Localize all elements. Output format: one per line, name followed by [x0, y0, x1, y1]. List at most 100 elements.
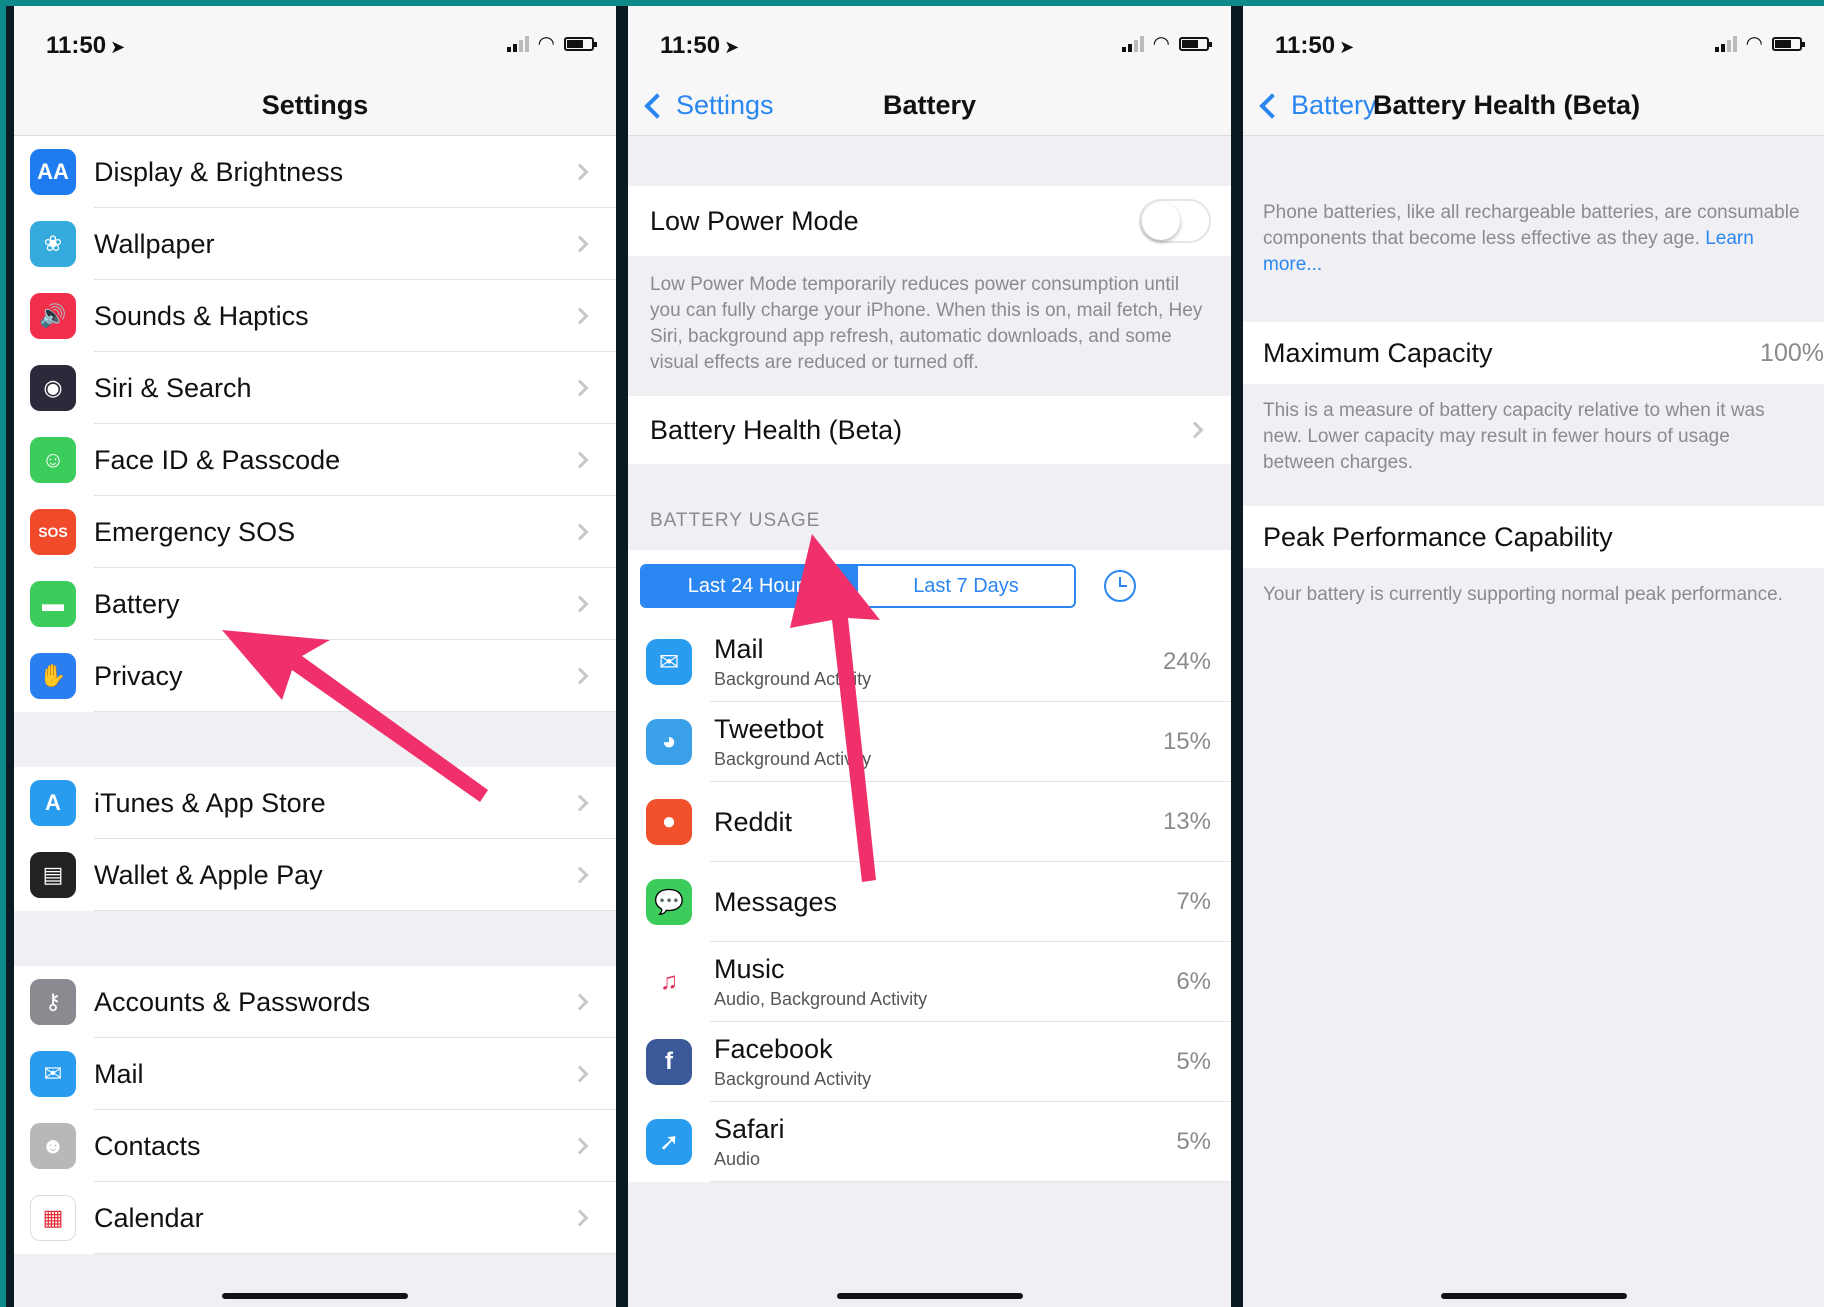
app-name: Safari [714, 1114, 785, 1144]
settings-row-battery[interactable]: ▬ Battery [14, 568, 616, 640]
usage-period-control: Last 24 Hours Last 7 Days [628, 550, 1231, 622]
status-time: 11:50 [660, 32, 721, 59]
battery-health-intro: Phone batteries, like all rechargeable b… [1263, 202, 1800, 275]
low-power-mode-row: Low Power Mode [628, 186, 1231, 256]
settings-row-face-id-passcode[interactable]: ☺ Face ID & Passcode [14, 424, 616, 496]
settings-row-siri-search[interactable]: ◉ Siri & Search [14, 352, 616, 424]
chevron-right-icon [571, 163, 589, 181]
app-usage-percent: 5% [1176, 1048, 1211, 1075]
contacts-icon: ☻ [30, 1123, 76, 1169]
chevron-right-icon [571, 235, 589, 253]
status-bar: 11:50 ➤ ◠ [14, 6, 616, 84]
wifi-icon: ◠ [538, 33, 554, 55]
safari-icon: ➚ [646, 1119, 692, 1165]
chevron-right-icon [571, 523, 589, 541]
app-name: Messages [714, 886, 838, 917]
app-usage-percent: 6% [1176, 968, 1211, 995]
nav-bar: Settings Battery [628, 84, 1231, 136]
app-name: Tweetbot [714, 714, 824, 744]
settings-row-sounds-haptics[interactable]: 🔊 Sounds & Haptics [14, 280, 616, 352]
settings-row-wallet-apple-pay[interactable]: ▤ Wallet & Apple Pay [14, 839, 616, 911]
app-usage-percent: 13% [1162, 808, 1211, 835]
reddit-icon: ● [646, 799, 692, 845]
chevron-right-icon [571, 1065, 589, 1083]
settings-row-mail[interactable]: ✉ Mail [14, 1038, 616, 1110]
battery-screen: 11:50 ➤ ◠ Settings Battery Low Power Mode… [628, 6, 1231, 1307]
messages-icon: 💬 [646, 879, 692, 925]
back-button[interactable]: Battery [1257, 90, 1377, 121]
battery-usage-header: BATTERY USAGE [650, 510, 821, 531]
settings-group-3: ⚷ Accounts & Passwords ✉ Mail ☻ Contacts ▦ Cale… [14, 966, 616, 1254]
chevron-right-icon [571, 307, 589, 325]
settings-row-label: Sounds & Haptics [94, 300, 309, 331]
usage-row-safari[interactable]: ➚ Safari Audio 5% [628, 1102, 1231, 1182]
location-arrow-icon: ➤ [724, 37, 740, 57]
segment-last-7-days[interactable]: Last 7 Days [858, 566, 1074, 606]
settings-row-emergency-sos[interactable]: SOS Emergency SOS [14, 496, 616, 568]
settings-row-accounts-passwords[interactable]: ⚷ Accounts & Passwords [14, 966, 616, 1038]
chevron-right-icon [571, 379, 589, 397]
battery-status-icon [1179, 37, 1212, 51]
status-bar: 11:50 ➤ ◠ [1243, 6, 1824, 84]
settings-row-privacy[interactable]: ✋ Privacy [14, 640, 616, 712]
settings-group-2: AiTunes & App Store ▤ Wallet & Apple Pay [14, 767, 616, 911]
chevron-left-icon [1259, 92, 1285, 119]
sounds-icon: 🔊 [30, 293, 76, 339]
chevron-right-icon [571, 1137, 589, 1155]
page-title: Settings [261, 90, 369, 120]
usage-row-mail[interactable]: ✉ Mail Background Activity 24% [628, 622, 1231, 702]
status-time: 11:50 [46, 32, 107, 59]
battery-health-row[interactable]: Battery Health (Beta) [628, 396, 1231, 464]
maximum-capacity-label: Maximum Capacity [1263, 337, 1493, 368]
settings-row-display-brightness[interactable]: AA Display & Brightness [14, 136, 616, 208]
status-time: 11:50 [1275, 32, 1336, 59]
segment-last-24-hours[interactable]: Last 24 Hours [642, 566, 858, 606]
facebook-icon: f [646, 1039, 692, 1085]
wifi-icon: ◠ [1153, 33, 1169, 55]
signal-icon [1121, 36, 1144, 52]
location-arrow-icon: ➤ [1339, 37, 1355, 57]
status-bar: 11:50 ➤ ◠ [628, 6, 1231, 84]
settings-row-label: Face ID & Passcode [94, 444, 341, 475]
nav-bar: Settings [14, 84, 616, 136]
mail-icon: ✉ [30, 1051, 76, 1097]
app-name: Music [714, 954, 785, 984]
settings-row-label: Battery [94, 588, 180, 619]
settings-row-label: Emergency SOS [94, 516, 296, 547]
app-usage-percent: 24% [1162, 648, 1211, 675]
peak-performance-row: Peak Performance Capability [1243, 506, 1824, 568]
settings-row-itunes-app-store[interactable]: AiTunes & App Store [14, 767, 616, 839]
face-id-icon: ☺ [30, 437, 76, 483]
app-activity: Background Activity [714, 1069, 872, 1089]
settings-group-1: AA Display & Brightness ❀ Wallpaper 🔊 Sounds … [14, 136, 616, 712]
settings-row-contacts[interactable]: ☻ Contacts [14, 1110, 616, 1182]
app-usage-percent: 5% [1176, 1128, 1211, 1155]
usage-row-music[interactable]: ♫ Music Audio, Background Activity 6% [628, 942, 1231, 1022]
usage-row-reddit[interactable]: ● Reddit 13% [628, 782, 1231, 862]
settings-row-label: Mail [94, 1058, 144, 1089]
settings-row-wallpaper[interactable]: ❀ Wallpaper [14, 208, 616, 280]
app-activity: Background Activity [714, 749, 872, 769]
app-store-icon: A [30, 780, 76, 826]
usage-row-messages[interactable]: 💬 Messages 7% [628, 862, 1231, 942]
privacy-hand-icon: ✋ [30, 653, 76, 699]
settings-row-label: Privacy [94, 660, 183, 691]
settings-row-label: Siri & Search [94, 372, 252, 403]
settings-row-calendar[interactable]: ▦ Calendar [14, 1182, 616, 1254]
settings-row-label: Display & Brightness [94, 156, 344, 187]
nav-bar: Battery Battery Health (Beta) [1243, 84, 1824, 136]
settings-row-label: Accounts & Passwords [94, 986, 371, 1017]
wifi-icon: ◠ [1746, 33, 1762, 55]
home-indicator [222, 1293, 408, 1299]
usage-row-facebook[interactable]: f Facebook Background Activity 5% [628, 1022, 1231, 1102]
settings-row-label: Calendar [94, 1202, 204, 1233]
clock-icon[interactable] [1104, 570, 1136, 602]
usage-segmented-control: Last 24 Hours Last 7 Days [640, 564, 1076, 608]
home-indicator [836, 1293, 1023, 1299]
usage-row-tweetbot[interactable]: ◕ Tweetbot Background Activity 15% [628, 702, 1231, 782]
app-name: Reddit [714, 806, 793, 837]
low-power-mode-toggle[interactable] [1139, 199, 1211, 243]
settings-row-label: Wallet & Apple Pay [94, 859, 323, 890]
battery-status-icon [1772, 37, 1805, 51]
music-icon: ♫ [646, 959, 692, 1005]
